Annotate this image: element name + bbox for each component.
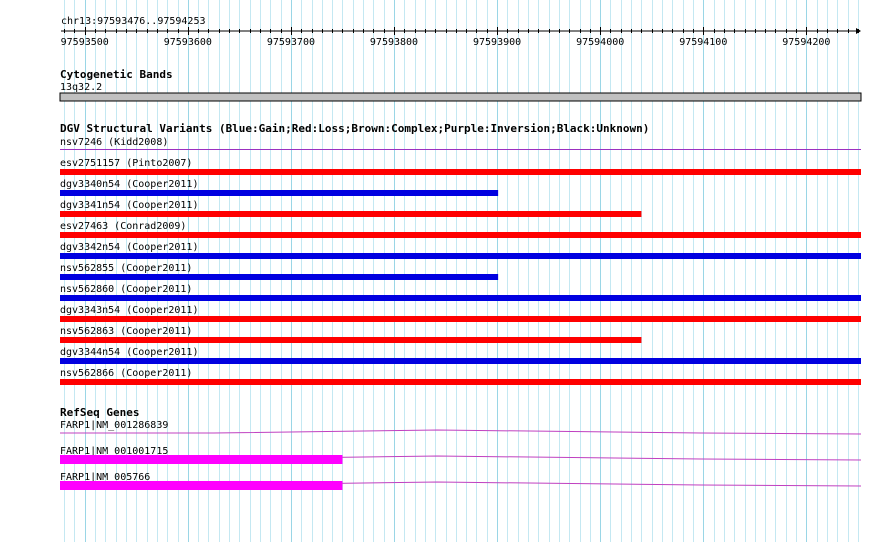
dgv-variant-label: nsv7246 (Kidd2008) [60, 137, 168, 148]
dgv-variant[interactable]: nsv562855 (Cooper2011) [60, 263, 499, 280]
dgv-variant-bar[interactable] [60, 358, 861, 364]
genome-browser-canvas: chr13:97593476..97594253 97593500 9759360… [59, 0, 862, 542]
dgv-variant[interactable]: nsv562863 (Cooper2011) [60, 326, 642, 343]
refseq-exon[interactable] [60, 481, 343, 490]
dgv-track: DGV Structural Variants (Blue:Gain;Red:L… [60, 122, 861, 385]
dgv-variant-bar[interactable] [60, 232, 861, 238]
dgv-variant[interactable]: dgv3340n54 (Cooper2011) [60, 179, 499, 196]
dgv-variant[interactable]: nsv562866 (Cooper2011) [60, 368, 861, 385]
dgv-variant-bar[interactable] [60, 190, 499, 196]
dgv-variant-bar[interactable] [60, 169, 861, 175]
dgv-variant-label: nsv562855 (Cooper2011) [60, 263, 192, 274]
dgv-variant[interactable]: dgv3344n54 (Cooper2011) [60, 347, 861, 364]
dgv-variant-label: dgv3341n54 (Cooper2011) [60, 200, 198, 211]
dgv-variant-label: nsv562863 (Cooper2011) [60, 326, 192, 337]
dgv-variant[interactable]: dgv3342n54 (Cooper2011) [60, 242, 861, 259]
dgv-variant-label: esv2751157 (Pinto2007) [60, 158, 192, 169]
dgv-variant[interactable]: dgv3341n54 (Cooper2011) [60, 200, 642, 217]
cytoband-track[interactable]: Cytogenetic Bands 13q32.2 [59, 68, 862, 102]
ruler-tick-label: 97594100 [679, 37, 727, 48]
refseq-gene[interactable]: FARP1|NM_001286839 [60, 420, 862, 435]
refseq-gene[interactable]: FARP1|NM_001001715 [60, 446, 862, 464]
dgv-variant[interactable]: esv27463 (Conrad2009) [60, 221, 861, 238]
dgv-variant-bar[interactable] [60, 316, 861, 322]
dgv-variant-label: dgv3343n54 (Cooper2011) [60, 305, 198, 316]
dgv-variant-bar[interactable] [60, 211, 642, 217]
cytoband-bar[interactable] [59, 92, 862, 102]
ruler-tick-label: 97593700 [267, 37, 315, 48]
refseq-gene[interactable]: FARP1|NM_005766 [60, 472, 862, 490]
refseq-exon[interactable] [60, 455, 343, 464]
ruler-tick-label: 97593500 [61, 37, 109, 48]
cytoband-label: 13q32.2 [60, 82, 102, 93]
dgv-variant[interactable]: esv2751157 (Pinto2007) [60, 158, 861, 175]
ruler-tick-label: 97594000 [576, 37, 624, 48]
ruler-tick-label: 97594200 [782, 37, 830, 48]
dgv-variant-label: dgv3344n54 (Cooper2011) [60, 347, 198, 358]
refseq-intron-line [60, 429, 862, 435]
dgv-variant-bar[interactable] [60, 274, 499, 280]
ruler-tick-label: 97593900 [473, 37, 521, 48]
dgv-variant-label: dgv3340n54 (Cooper2011) [60, 179, 198, 190]
dgv-variant[interactable]: nsv562860 (Cooper2011) [60, 284, 861, 301]
ruler-tick-label: 97593600 [164, 37, 212, 48]
refseq-track-title: RefSeq Genes [60, 406, 139, 419]
ruler-title: chr13:97593476..97594253 [61, 16, 206, 27]
dgv-variant-label: nsv562866 (Cooper2011) [60, 368, 192, 379]
ruler-ticks: 97593500 97593600 97593700 97593800 97593900… [61, 27, 859, 48]
dgv-features: nsv7246 (Kidd2008) esv2751157 (Pinto2007)… [60, 137, 861, 385]
ruler-tick-label: 97593800 [370, 37, 418, 48]
refseq-features: FARP1|NM_001286839 FARP1|NM_001001715 FARP… [60, 420, 862, 490]
dgv-variant-bar[interactable] [60, 253, 861, 259]
refseq-track: RefSeq Genes FARP1|NM_001286839FARP1|NM_… [60, 406, 862, 490]
dgv-variant[interactable]: nsv7246 (Kidd2008) [60, 137, 861, 150]
ruler-track: chr13:97593476..97594253 97593500 9759360… [61, 16, 861, 48]
dgv-variant-bar[interactable] [60, 295, 861, 301]
refseq-gene-label: FARP1|NM_001286839 [60, 420, 168, 431]
dgv-variant-label: dgv3342n54 (Cooper2011) [60, 242, 198, 253]
dgv-track-title: DGV Structural Variants (Blue:Gain;Red:L… [60, 122, 649, 135]
dgv-variant[interactable]: dgv3343n54 (Cooper2011) [60, 305, 861, 322]
dgv-variant-label: nsv562860 (Cooper2011) [60, 284, 192, 295]
cytoband-track-title: Cytogenetic Bands [60, 68, 173, 81]
dgv-variant-bar[interactable] [60, 379, 861, 385]
dgv-variant-label: esv27463 (Conrad2009) [60, 221, 186, 232]
dgv-variant-bar[interactable] [60, 337, 642, 343]
